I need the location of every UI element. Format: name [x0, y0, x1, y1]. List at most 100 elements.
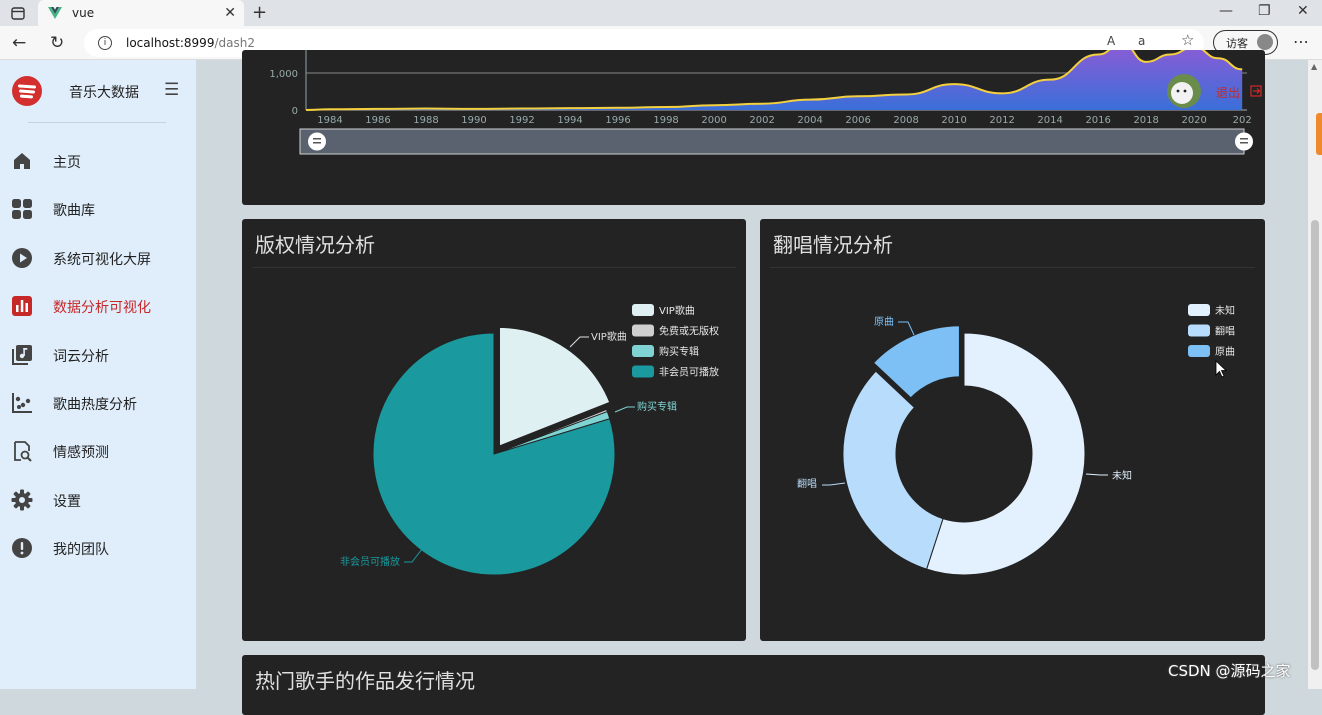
legend-item[interactable]: 非会员可播放 [632, 365, 719, 379]
sidebar-item-visual-screen[interactable]: 系统可视化大屏 [0, 237, 196, 277]
home-icon [14, 153, 30, 169]
restore-icon[interactable]: ❐ [1258, 3, 1271, 19]
play-circle-icon [12, 248, 32, 268]
legend-swatch [632, 365, 654, 378]
legend-label: 购买专辑 [659, 345, 699, 358]
browser-tab[interactable]: vue ✕ [38, 0, 244, 26]
x-tick-label: 2010 [941, 115, 966, 126]
browser-tab-bar: vue ✕ + — ❐ ✕ [0, 0, 1322, 26]
legend-swatch [1188, 324, 1210, 337]
donut-slice[interactable] [842, 370, 944, 570]
label-leader-line [404, 548, 423, 563]
user-avatar[interactable] [1167, 74, 1201, 108]
y-tick-label: 1,000 [269, 69, 298, 80]
slice-label: 原曲 [874, 316, 894, 328]
more-options-icon[interactable]: ⋯ [1293, 32, 1309, 51]
logout-icon[interactable] [1250, 85, 1262, 97]
legend-item[interactable]: 购买专辑 [632, 345, 699, 358]
sidebar-flyout-tab[interactable] [1316, 113, 1322, 155]
scrollbar-thumb[interactable] [1311, 220, 1319, 670]
sidebar-item-label: 主页 [53, 155, 81, 171]
scroll-up-icon[interactable]: ▲ [1311, 62, 1317, 71]
close-window-icon[interactable]: ✕ [1297, 3, 1309, 19]
sidebar-item-data-analysis[interactable]: 数据分析可视化 [0, 285, 196, 325]
legend-label: VIP歌曲 [659, 304, 695, 317]
legend-swatch [632, 304, 654, 316]
minimize-icon[interactable]: — [1219, 3, 1233, 19]
mouse-cursor-icon [1215, 360, 1228, 378]
label-leader-line [898, 321, 915, 336]
label-leader-line [1085, 473, 1108, 476]
x-tick-label: 202 [1233, 115, 1252, 126]
sidebar-item-label: 词云分析 [53, 349, 109, 365]
x-tick-label: 1994 [557, 115, 582, 126]
x-tick-label: 1986 [365, 115, 390, 126]
sidebar-item-home[interactable]: 主页 [0, 140, 196, 180]
legend-item[interactable]: 原曲 [1188, 345, 1235, 358]
read-aloud-icon[interactable]: A [1107, 34, 1115, 48]
sidebar-item-my-team[interactable]: 我的团队 [0, 527, 196, 567]
main-content: 1984 1986 1988 1990 1992 1994 1996 1998 2000 2002… [196, 42, 1308, 715]
alert-circle-icon [12, 538, 32, 558]
info-icon[interactable]: i [98, 36, 112, 50]
legend-label: 免费或无版权 [659, 325, 719, 338]
legend-item[interactable]: 翻唱 [1188, 324, 1235, 338]
x-tick-label: 2012 [989, 115, 1014, 126]
logout-label[interactable]: 退出 [1216, 86, 1240, 100]
legend-swatch [632, 324, 654, 337]
app-title: 音乐大数据 [69, 85, 139, 101]
refresh-icon[interactable]: ↻ [50, 33, 64, 53]
legend-item[interactable]: 未知 [1188, 304, 1235, 317]
x-tick-label: 2004 [797, 115, 822, 126]
sidebar-item-label: 数据分析可视化 [53, 300, 151, 316]
x-tick-label: 2020 [1181, 115, 1206, 126]
zoom-handle-right[interactable] [1235, 132, 1253, 151]
label-leader-line [569, 336, 589, 348]
url-path: /dash2 [214, 36, 255, 50]
translate-icon[interactable]: a [1138, 34, 1145, 48]
sidebar-item-song-popularity[interactable]: 歌曲热度分析 [0, 382, 196, 422]
x-tick-label: 1988 [413, 115, 438, 126]
legend-item[interactable]: 免费或无版权 [632, 324, 719, 338]
avatar-icon [1257, 34, 1273, 50]
back-icon[interactable]: ← [12, 33, 26, 53]
legend-swatch [632, 345, 654, 357]
tab-title: vue [72, 6, 95, 20]
slice-label: VIP歌曲 [591, 330, 627, 343]
sidebar-item-label: 系统可视化大屏 [53, 252, 151, 268]
legend-label: 未知 [1215, 304, 1235, 317]
slice-label: 未知 [1112, 469, 1132, 482]
sidebar-item-song-library[interactable]: 歌曲库 [0, 188, 196, 228]
watermark: CSDN @源码之家 [1168, 662, 1291, 680]
cover-analysis-card: 翻唱情况分析 未知 翻唱 原曲 未知 翻唱 原曲 [760, 219, 1265, 641]
sidebar-item-settings[interactable]: 设置 [0, 479, 196, 519]
document-search-icon [14, 441, 32, 462]
favorites-icon[interactable]: ☆ [1181, 31, 1194, 49]
slice-label: 翻唱 [797, 478, 817, 490]
x-tick-label: 1984 [317, 115, 342, 126]
x-tick-label: 1992 [509, 115, 534, 126]
zoom-slider-track[interactable] [299, 128, 1245, 155]
new-tab-icon[interactable]: + [252, 2, 267, 23]
sidebar-item-sentiment[interactable]: 情感预测 [0, 430, 196, 470]
legend-label: 非会员可播放 [659, 366, 719, 379]
x-tick-label: 1996 [605, 115, 630, 126]
slice-label: 非会员可播放 [340, 555, 400, 568]
tab-actions-icon[interactable] [8, 4, 28, 22]
brand: 音乐大数据 ☰ [12, 76, 182, 108]
spotify-logo-icon [12, 76, 42, 106]
x-tick-label: 1990 [461, 115, 486, 126]
sidebar: 音乐大数据 ☰ 主页 歌曲库 系统可视化大屏 数据分析可视化 词云分析 歌曲热度… [0, 60, 196, 689]
close-tab-icon[interactable]: ✕ [224, 5, 236, 21]
sidebar-item-label: 歌曲热度分析 [53, 397, 137, 413]
x-tick-label: 2000 [701, 115, 726, 126]
sidebar-item-word-cloud[interactable]: 词云分析 [0, 334, 196, 374]
grid-icon [12, 199, 32, 219]
legend-label: 翻唱 [1215, 326, 1235, 338]
y-tick-label: 0 [292, 106, 298, 117]
x-tick-label: 1998 [653, 115, 678, 126]
zoom-handle-left[interactable] [308, 132, 326, 151]
x-tick-label: 2018 [1133, 115, 1158, 126]
legend-item[interactable]: VIP歌曲 [632, 304, 695, 317]
menu-toggle-icon[interactable]: ☰ [164, 80, 179, 100]
